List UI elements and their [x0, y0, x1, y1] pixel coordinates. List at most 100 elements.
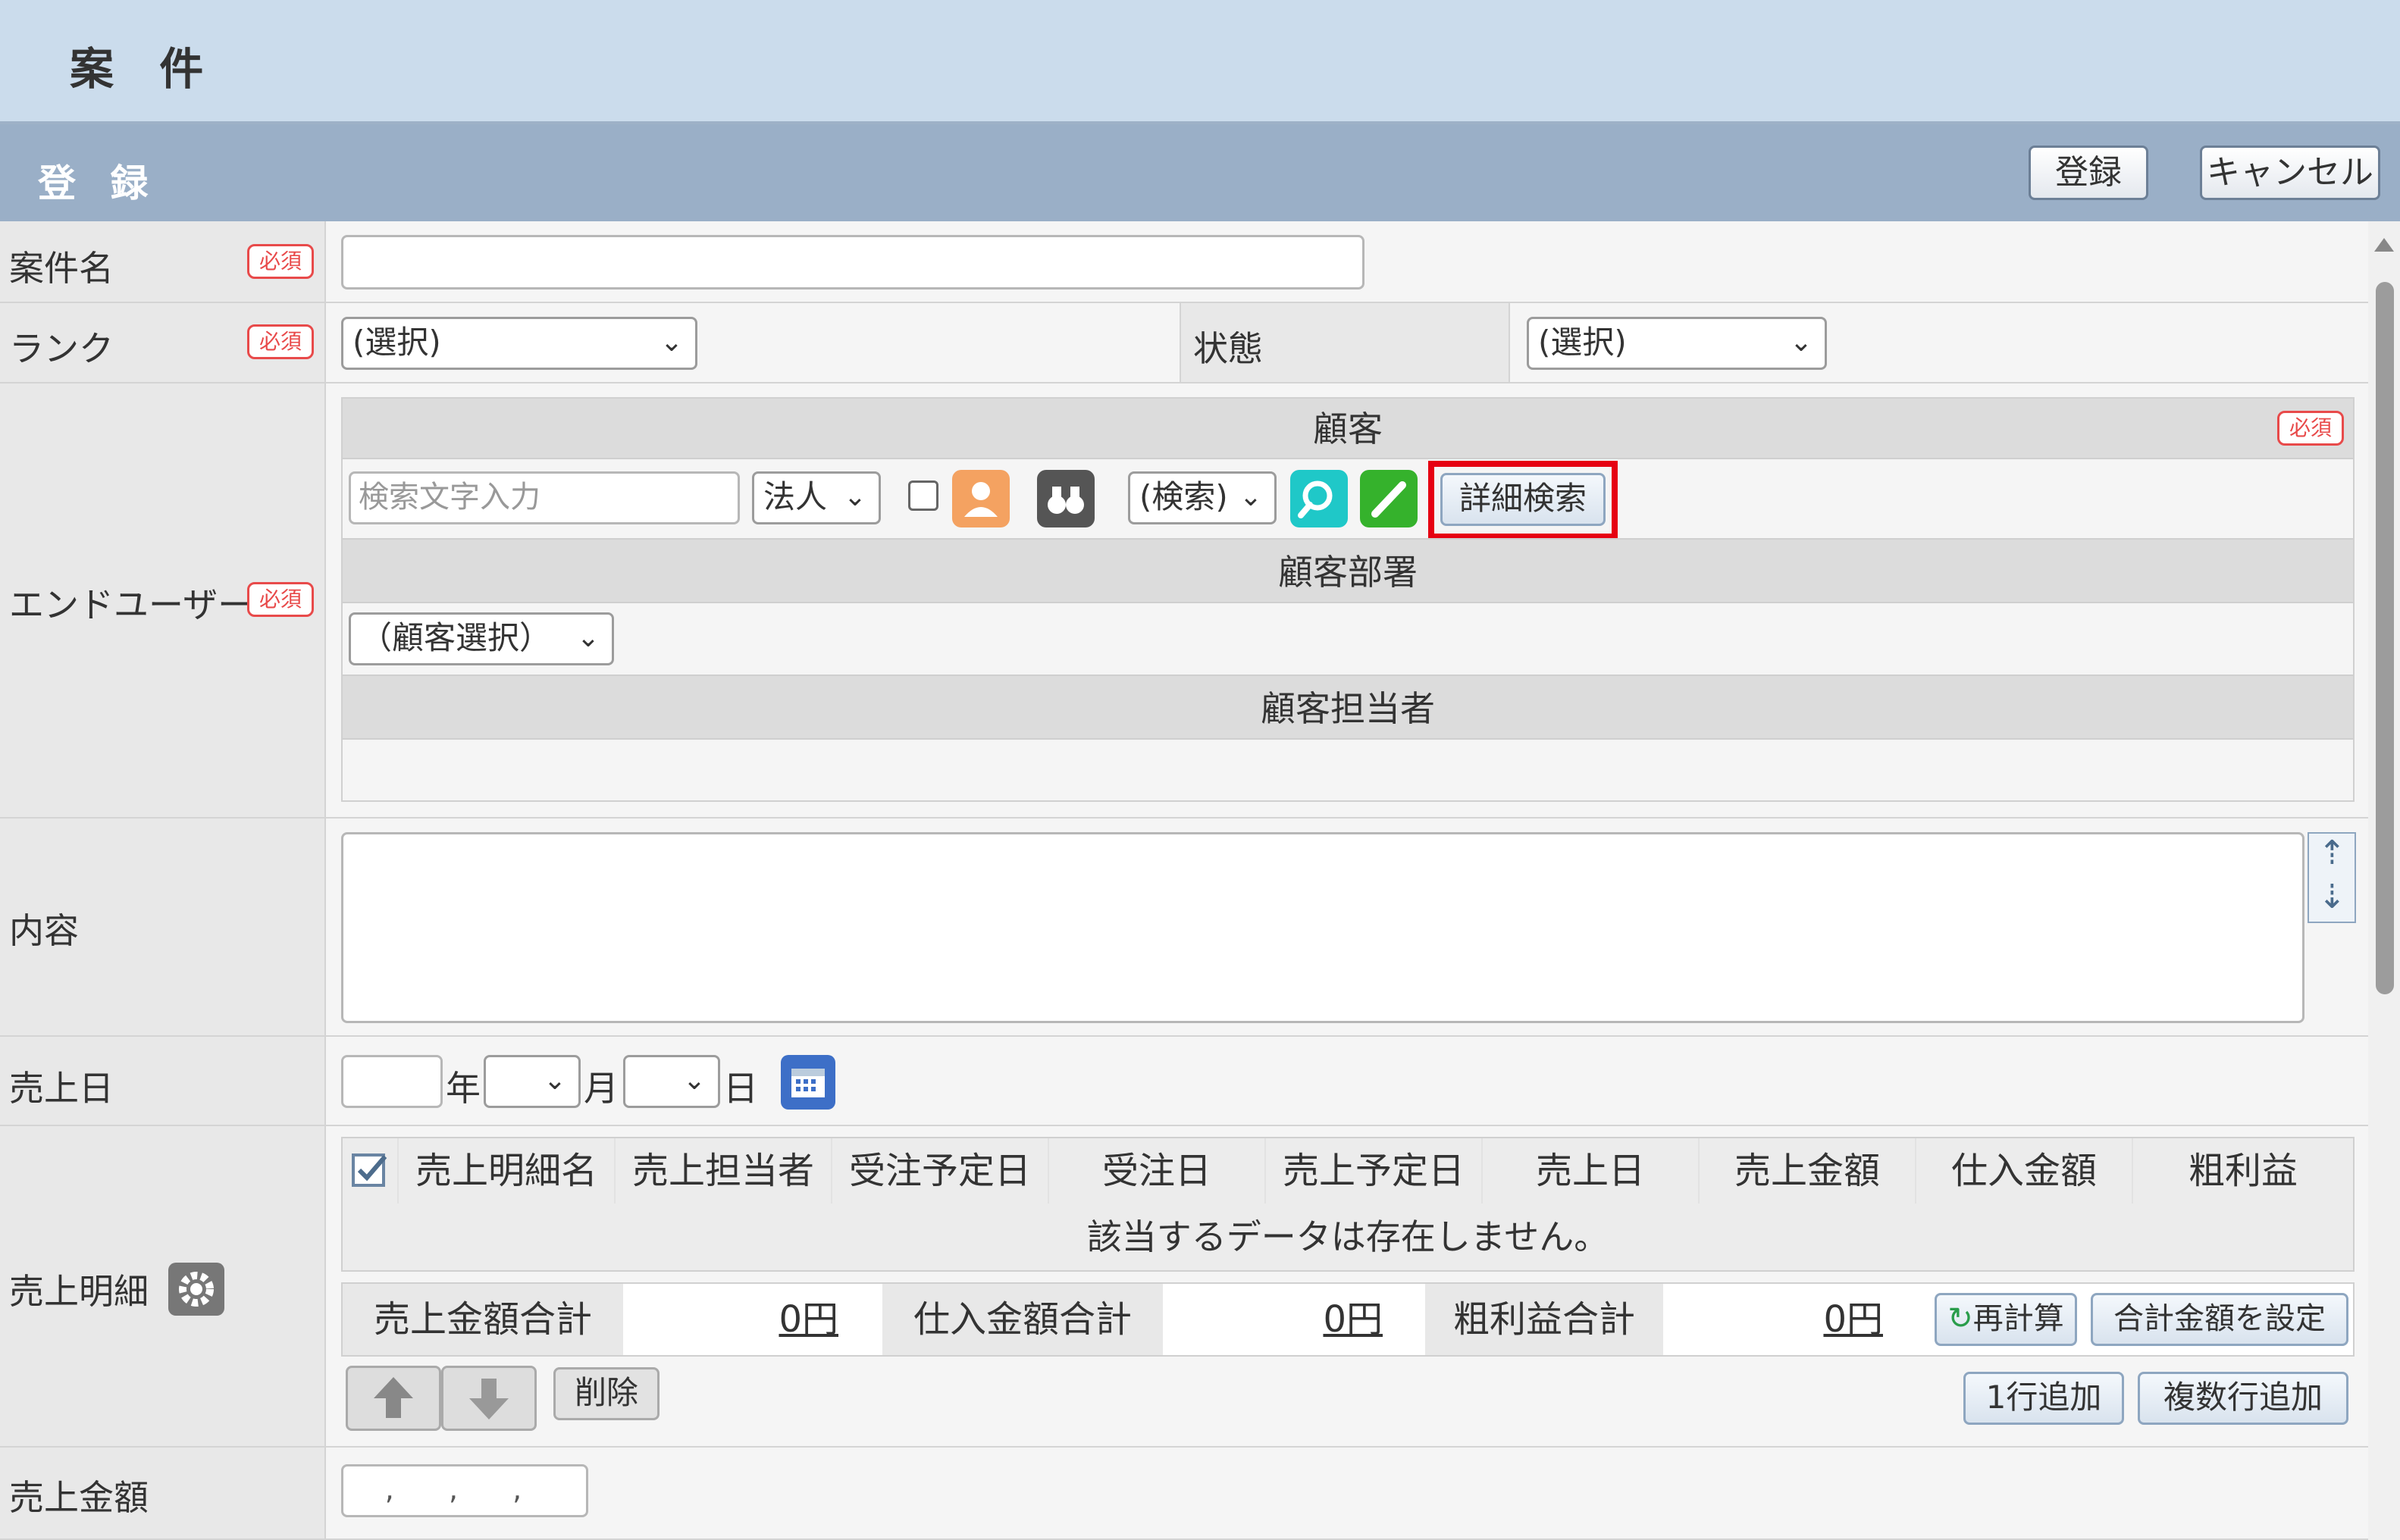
- page-title: 案 件: [70, 43, 219, 95]
- label-cell: 案件名 必須: [0, 221, 326, 302]
- year-input[interactable]: [341, 1055, 443, 1108]
- sales-amount-label: 売上金額: [9, 1477, 149, 1518]
- totals-row: 売上金額合計 0円 仕入金額合計 0円 粗利益合計 0円 ↻再計算 合計金額を設…: [341, 1282, 2355, 1357]
- column-header[interactable]: 仕入金額: [1916, 1138, 2133, 1204]
- value-cell: 年 ⌄ 月 ⌄ 日: [326, 1037, 2368, 1125]
- arrow-up-icon[interactable]: ⇡: [2318, 834, 2346, 872]
- chevron-down-icon: ⌄: [543, 1065, 566, 1096]
- rank-label: ランク: [9, 328, 114, 369]
- entity-type-select[interactable]: 法人 ⌄: [752, 471, 881, 524]
- value-cell: , , ,: [326, 1448, 2368, 1538]
- end-user-panel: 顧客 必須 検索文字入力 法人 ⌄ (検索) ⌄ 詳細検索 顧客部署 （顧客選択…: [341, 397, 2355, 802]
- textarea-resize-controls: ⇡ ⇣: [2308, 832, 2356, 923]
- select-all-checkbox[interactable]: [343, 1138, 399, 1204]
- gear-icon[interactable]: [168, 1263, 224, 1316]
- column-header[interactable]: 受注予定日: [832, 1138, 1049, 1204]
- sales-date-label: 売上日: [9, 1068, 114, 1109]
- required-badge: 必須: [247, 244, 314, 279]
- magnifier-icon[interactable]: [1290, 470, 1348, 527]
- row-sales-details: 売上明細 売上明細名 売上担当者 受注予定日 受注日 売上予定日 売上日 売上金…: [0, 1126, 2368, 1448]
- chevron-down-icon: ⌄: [1239, 481, 1262, 512]
- recalc-label: 再計算: [1972, 1301, 2064, 1336]
- registration-form: 案件名 必須 ランク 必須 (選択) ⌄ 状態 (選択) ⌄ エンドユーザー 必…: [0, 221, 2368, 1540]
- customer-header: 顧客 必須: [343, 399, 2353, 459]
- cancel-button[interactable]: キャンセル: [2200, 146, 2380, 200]
- move-up-button[interactable]: [346, 1366, 441, 1431]
- recalc-button[interactable]: ↻再計算: [1935, 1293, 2077, 1346]
- value-cell: ⇡ ⇣: [326, 819, 2368, 1035]
- sales-details-table: 売上明細名 売上担当者 受注予定日 受注日 売上予定日 売上日 売上金額 仕入金…: [341, 1137, 2355, 1272]
- add-many-rows-button[interactable]: 複数行追加: [2138, 1372, 2348, 1425]
- column-header[interactable]: 売上担当者: [616, 1138, 832, 1204]
- section-title: 登 録: [38, 161, 159, 205]
- contact-header: 顧客担当者: [343, 675, 2353, 740]
- sales-total-value: 0円: [779, 1298, 838, 1341]
- detail-search-button[interactable]: 詳細検索: [1440, 473, 1606, 526]
- rank-selected: (選択): [352, 324, 441, 361]
- required-badge: 必須: [247, 582, 314, 617]
- dept-selected: （顧客選択）: [360, 619, 552, 656]
- column-header[interactable]: 粗利益: [2133, 1138, 2353, 1204]
- label-cell: 売上日: [0, 1037, 326, 1125]
- profit-total-value: 0円: [1823, 1298, 1883, 1341]
- day-select[interactable]: ⌄: [623, 1055, 720, 1108]
- empty-message: 該当するデータは存在しません。: [343, 1204, 2353, 1270]
- status-select[interactable]: (選択) ⌄: [1527, 317, 1827, 370]
- vertical-scrollbar[interactable]: [2368, 221, 2400, 1540]
- profit-total-label: 粗利益合計: [1425, 1284, 1663, 1355]
- refresh-icon: ↻: [1947, 1301, 1973, 1336]
- rank-select[interactable]: (選択) ⌄: [341, 317, 697, 370]
- person-icon[interactable]: [952, 470, 1010, 527]
- register-button[interactable]: 登録: [2029, 146, 2148, 200]
- chevron-down-icon: ⌄: [660, 327, 683, 358]
- calendar-icon[interactable]: [781, 1055, 835, 1110]
- pencil-icon[interactable]: [1360, 470, 1418, 527]
- set-total-button[interactable]: 合計金額を設定: [2091, 1293, 2348, 1346]
- arrow-down-icon[interactable]: ⇣: [2318, 878, 2346, 916]
- row-sales-date: 売上日 年 ⌄ 月 ⌄ 日: [0, 1037, 2368, 1126]
- section-header: 登 録 登録 キャンセル: [0, 124, 2400, 221]
- label-cell: 売上金額: [0, 1448, 326, 1538]
- include-checkbox[interactable]: [908, 480, 938, 511]
- dept-select[interactable]: （顧客選択） ⌄: [349, 612, 614, 665]
- column-header[interactable]: 売上予定日: [1266, 1138, 1483, 1204]
- column-header[interactable]: 売上明細名: [399, 1138, 616, 1204]
- label-cell: ランク 必須: [0, 303, 326, 382]
- sales-amount-input[interactable]: , , ,: [341, 1464, 588, 1517]
- required-badge: 必須: [2277, 411, 2344, 446]
- value-cell: 売上明細名 売上担当者 受注予定日 受注日 売上予定日 売上日 売上金額 仕入金…: [326, 1126, 2368, 1446]
- chevron-down-icon: ⌄: [843, 481, 866, 512]
- move-down-button[interactable]: [441, 1366, 537, 1431]
- content-label: 内容: [9, 910, 79, 951]
- label-cell: エンドユーザー 必須: [0, 383, 326, 817]
- chevron-down-icon: ⌄: [682, 1065, 706, 1096]
- sales-details-label: 売上明細: [9, 1271, 149, 1312]
- customer-header-label: 顧客: [1313, 408, 1383, 449]
- column-header[interactable]: 受注日: [1049, 1138, 1266, 1204]
- search-mode-select[interactable]: (検索) ⌄: [1128, 471, 1277, 524]
- month-unit: 月: [584, 1068, 619, 1109]
- binoculars-icon[interactable]: [1037, 470, 1095, 527]
- search-mode-selected: (検索): [1139, 478, 1228, 515]
- label-cell: 売上明細: [0, 1126, 326, 1446]
- row-rank-status: ランク 必須 (選択) ⌄ 状態 (選択) ⌄: [0, 303, 2368, 383]
- delete-button[interactable]: 削除: [553, 1367, 660, 1420]
- column-header[interactable]: 売上金額: [1700, 1138, 1916, 1204]
- add-one-row-button[interactable]: 1行追加: [1963, 1372, 2124, 1425]
- anken-name-input[interactable]: [341, 235, 1364, 290]
- row-anken-name: 案件名 必須: [0, 221, 2368, 303]
- content-textarea[interactable]: [341, 832, 2304, 1023]
- month-select[interactable]: ⌄: [484, 1055, 581, 1108]
- scrollbar-thumb[interactable]: [2376, 282, 2394, 994]
- purchase-total-value: 0円: [1323, 1298, 1383, 1341]
- anken-name-label: 案件名: [9, 248, 114, 289]
- scroll-up-icon[interactable]: [2374, 238, 2394, 252]
- status-label-cell: 状態: [1180, 303, 1510, 382]
- row-sales-amount: 売上金額 , , ,: [0, 1448, 2368, 1540]
- status-label: 状態: [1193, 328, 1263, 369]
- table-header-row: 売上明細名 売上担当者 受注予定日 受注日 売上予定日 売上日 売上金額 仕入金…: [343, 1138, 2353, 1205]
- chevron-down-icon: ⌄: [1789, 327, 1813, 358]
- chevron-down-icon: ⌄: [576, 622, 600, 653]
- customer-search-input[interactable]: 検索文字入力: [349, 471, 740, 524]
- column-header[interactable]: 売上日: [1483, 1138, 1700, 1204]
